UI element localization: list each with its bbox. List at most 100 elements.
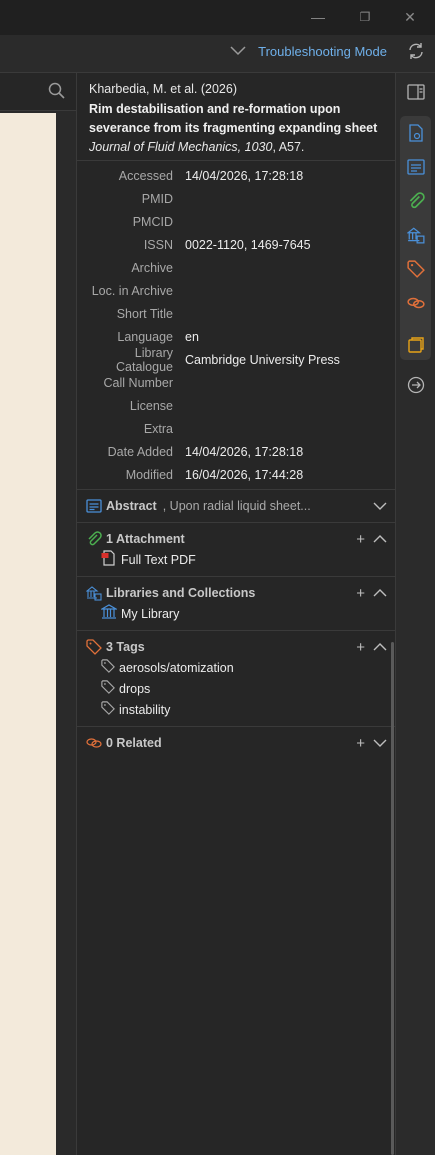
locate-icon[interactable] — [403, 372, 428, 397]
field-label: ISSN — [143, 237, 173, 252]
field-row: PMCID — [77, 210, 395, 233]
field-label: Language — [117, 329, 173, 344]
add-icon[interactable]: + — [356, 531, 365, 548]
toggle-pane-icon[interactable] — [403, 79, 428, 104]
field-row: Date Added 14/04/2026, 17:28:18 — [77, 440, 395, 463]
paperclip-icon — [85, 531, 103, 547]
library-item[interactable]: My Library — [85, 603, 387, 624]
field-value[interactable]: 16/04/2026, 17:44:28 — [185, 468, 303, 482]
field-row: ISSN 0022-1120, 1469-7645 — [77, 233, 395, 256]
maximize-button[interactable]: ❐ — [353, 6, 377, 28]
side-navigation — [396, 42, 435, 1155]
libraries-title: Libraries and Collections — [106, 586, 256, 600]
tag-label: instability — [119, 702, 171, 717]
attachments-header[interactable]: 1 Attachment + — [85, 529, 387, 549]
tag-label: drops — [119, 681, 151, 696]
tag-label: aerosols/atomization — [119, 660, 234, 675]
tag-item[interactable]: aerosols/atomization — [85, 657, 387, 678]
item-header: Kharbedia, M. et al. (2026) Rim destabil… — [77, 73, 395, 161]
attachment-label: Full Text PDF — [121, 552, 196, 567]
chevron-up-icon[interactable] — [373, 639, 387, 656]
field-row: PMID — [77, 187, 395, 210]
troubleshooting-mode-label[interactable]: Troubleshooting Mode — [258, 44, 387, 59]
info-document-icon[interactable] — [403, 120, 428, 145]
attachments-title: 1 Attachment — [106, 532, 185, 546]
field-row: Library Catalogue Cambridge University Pr… — [77, 345, 395, 374]
field-value[interactable]: 0022-1120, 1469-7645 — [185, 238, 311, 252]
journal-line: Journal of Fluid Mechanics, 1030, A57. — [89, 140, 385, 154]
field-row: Archive — [77, 256, 395, 279]
field-label: Accessed — [118, 168, 173, 183]
attachment-item[interactable]: Full Text PDF — [85, 549, 387, 570]
add-icon[interactable]: + — [356, 585, 365, 602]
tag-nav-icon[interactable] — [403, 256, 428, 281]
info-fields: Accessed 14/04/2026, 17:28:18 PMID PMCID ISS… — [77, 161, 395, 486]
field-row: Extra — [77, 417, 395, 440]
paperclip-nav-icon[interactable] — [403, 188, 428, 213]
abstract-nav-icon[interactable] — [403, 154, 428, 179]
field-label: PMID — [141, 191, 173, 206]
chevron-up-icon[interactable] — [373, 585, 387, 602]
field-label: Archive — [131, 260, 173, 275]
field-label: Date Added — [107, 444, 173, 459]
related-header[interactable]: 0 Related + — [85, 733, 387, 753]
tag-outline-icon — [101, 659, 115, 676]
field-label: Library Catalogue — [116, 345, 173, 374]
journal-suffix: , A57. — [272, 140, 305, 154]
field-row: Call Number — [77, 371, 395, 394]
search-bar — [0, 73, 76, 111]
abstract-icon — [85, 498, 103, 514]
title-bar: — ❐ ✕ — [0, 0, 435, 35]
tag-item[interactable]: drops — [85, 678, 387, 699]
field-value[interactable]: Cambridge University Press — [185, 353, 340, 367]
field-row: Loc. in Archive — [77, 279, 395, 302]
field-row: License — [77, 394, 395, 417]
library-collections-nav-icon[interactable] — [403, 222, 428, 247]
library-label: My Library — [121, 606, 180, 621]
toolbar: Troubleshooting Mode — [0, 35, 435, 73]
journal-name: Journal of Fluid Mechanics, 1030 — [89, 140, 273, 154]
library-icon — [99, 604, 119, 623]
sync-icon[interactable] — [403, 38, 428, 63]
field-row: Accessed 14/04/2026, 17:28:18 — [77, 164, 395, 187]
add-icon[interactable]: + — [356, 735, 365, 752]
item-title[interactable]: Rim destabilisation and re-formation upo… — [89, 100, 385, 138]
related-nav-icon[interactable] — [403, 290, 428, 315]
item-pane: Kharbedia, M. et al. (2026) Rim destabil… — [76, 73, 396, 1155]
field-value[interactable]: 14/04/2026, 17:28:18 — [185, 169, 303, 183]
tag-icon — [85, 639, 103, 655]
close-button[interactable]: ✕ — [398, 6, 422, 28]
field-value[interactable]: en — [185, 330, 199, 344]
field-value[interactable]: 14/04/2026, 17:28:18 — [185, 445, 303, 459]
related-section: 0 Related + — [77, 726, 395, 759]
related-title: 0 Related — [106, 736, 162, 750]
attachments-section: 1 Attachment + Full Text PDF — [77, 522, 395, 576]
citation: Kharbedia, M. et al. (2026) — [89, 82, 237, 96]
minimize-button[interactable]: — — [306, 6, 330, 28]
notes-icon[interactable] — [403, 332, 428, 357]
abstract-title: Abstract — [106, 499, 157, 513]
chevron-down-icon[interactable] — [230, 44, 246, 59]
field-label: Modified — [125, 467, 173, 482]
abstract-preview: , Upon radial liquid sheet... — [162, 499, 311, 513]
pdf-icon — [101, 550, 117, 569]
libraries-section: Libraries and Collections + My Library — [77, 576, 395, 630]
field-label: License — [129, 398, 173, 413]
item-pane-scrollbar[interactable] — [391, 642, 394, 1155]
libraries-header[interactable]: Libraries and Collections + — [85, 583, 387, 603]
field-row: Short Title — [77, 302, 395, 325]
tag-item[interactable]: instability — [85, 699, 387, 720]
field-label: PMCID — [132, 214, 173, 229]
field-label: Call Number — [103, 375, 173, 390]
abstract-header[interactable]: Abstract , Upon radial liquid sheet... — [85, 496, 387, 516]
library-collections-icon — [85, 585, 103, 601]
tags-title: 3 Tags — [106, 640, 145, 654]
chevron-up-icon[interactable] — [373, 531, 387, 548]
chevron-down-icon[interactable] — [373, 498, 387, 515]
tags-header[interactable]: 3 Tags + — [85, 637, 387, 657]
troubleshooting-mode-indicator[interactable]: Troubleshooting Mode — [230, 44, 387, 59]
chevron-down-icon[interactable] — [373, 735, 387, 752]
add-icon[interactable]: + — [356, 639, 365, 656]
search-icon[interactable] — [48, 82, 66, 103]
pdf-page[interactable] — [0, 113, 56, 1155]
